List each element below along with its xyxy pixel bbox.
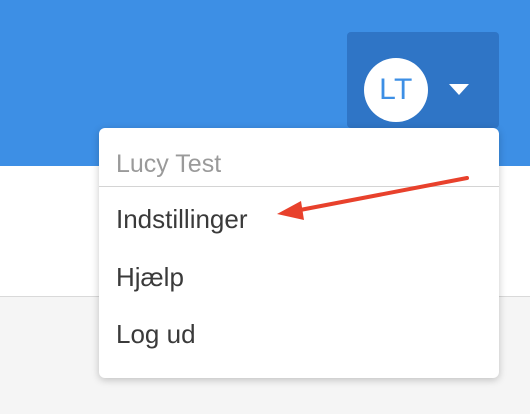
user-menu-button[interactable]: LT bbox=[347, 32, 499, 128]
menu-item-logout[interactable]: Log ud bbox=[116, 319, 196, 350]
avatar: LT bbox=[364, 58, 428, 122]
menu-item-help[interactable]: Hjælp bbox=[116, 262, 184, 293]
menu-user-name: Lucy Test bbox=[116, 150, 222, 178]
menu-item-settings[interactable]: Indstillinger bbox=[116, 204, 248, 235]
avatar-initials: LT bbox=[379, 73, 413, 106]
user-dropdown-menu: Lucy Test Indstillinger Hjælp Log ud bbox=[99, 128, 499, 378]
menu-divider bbox=[99, 186, 499, 187]
caret-down-icon bbox=[449, 84, 469, 95]
